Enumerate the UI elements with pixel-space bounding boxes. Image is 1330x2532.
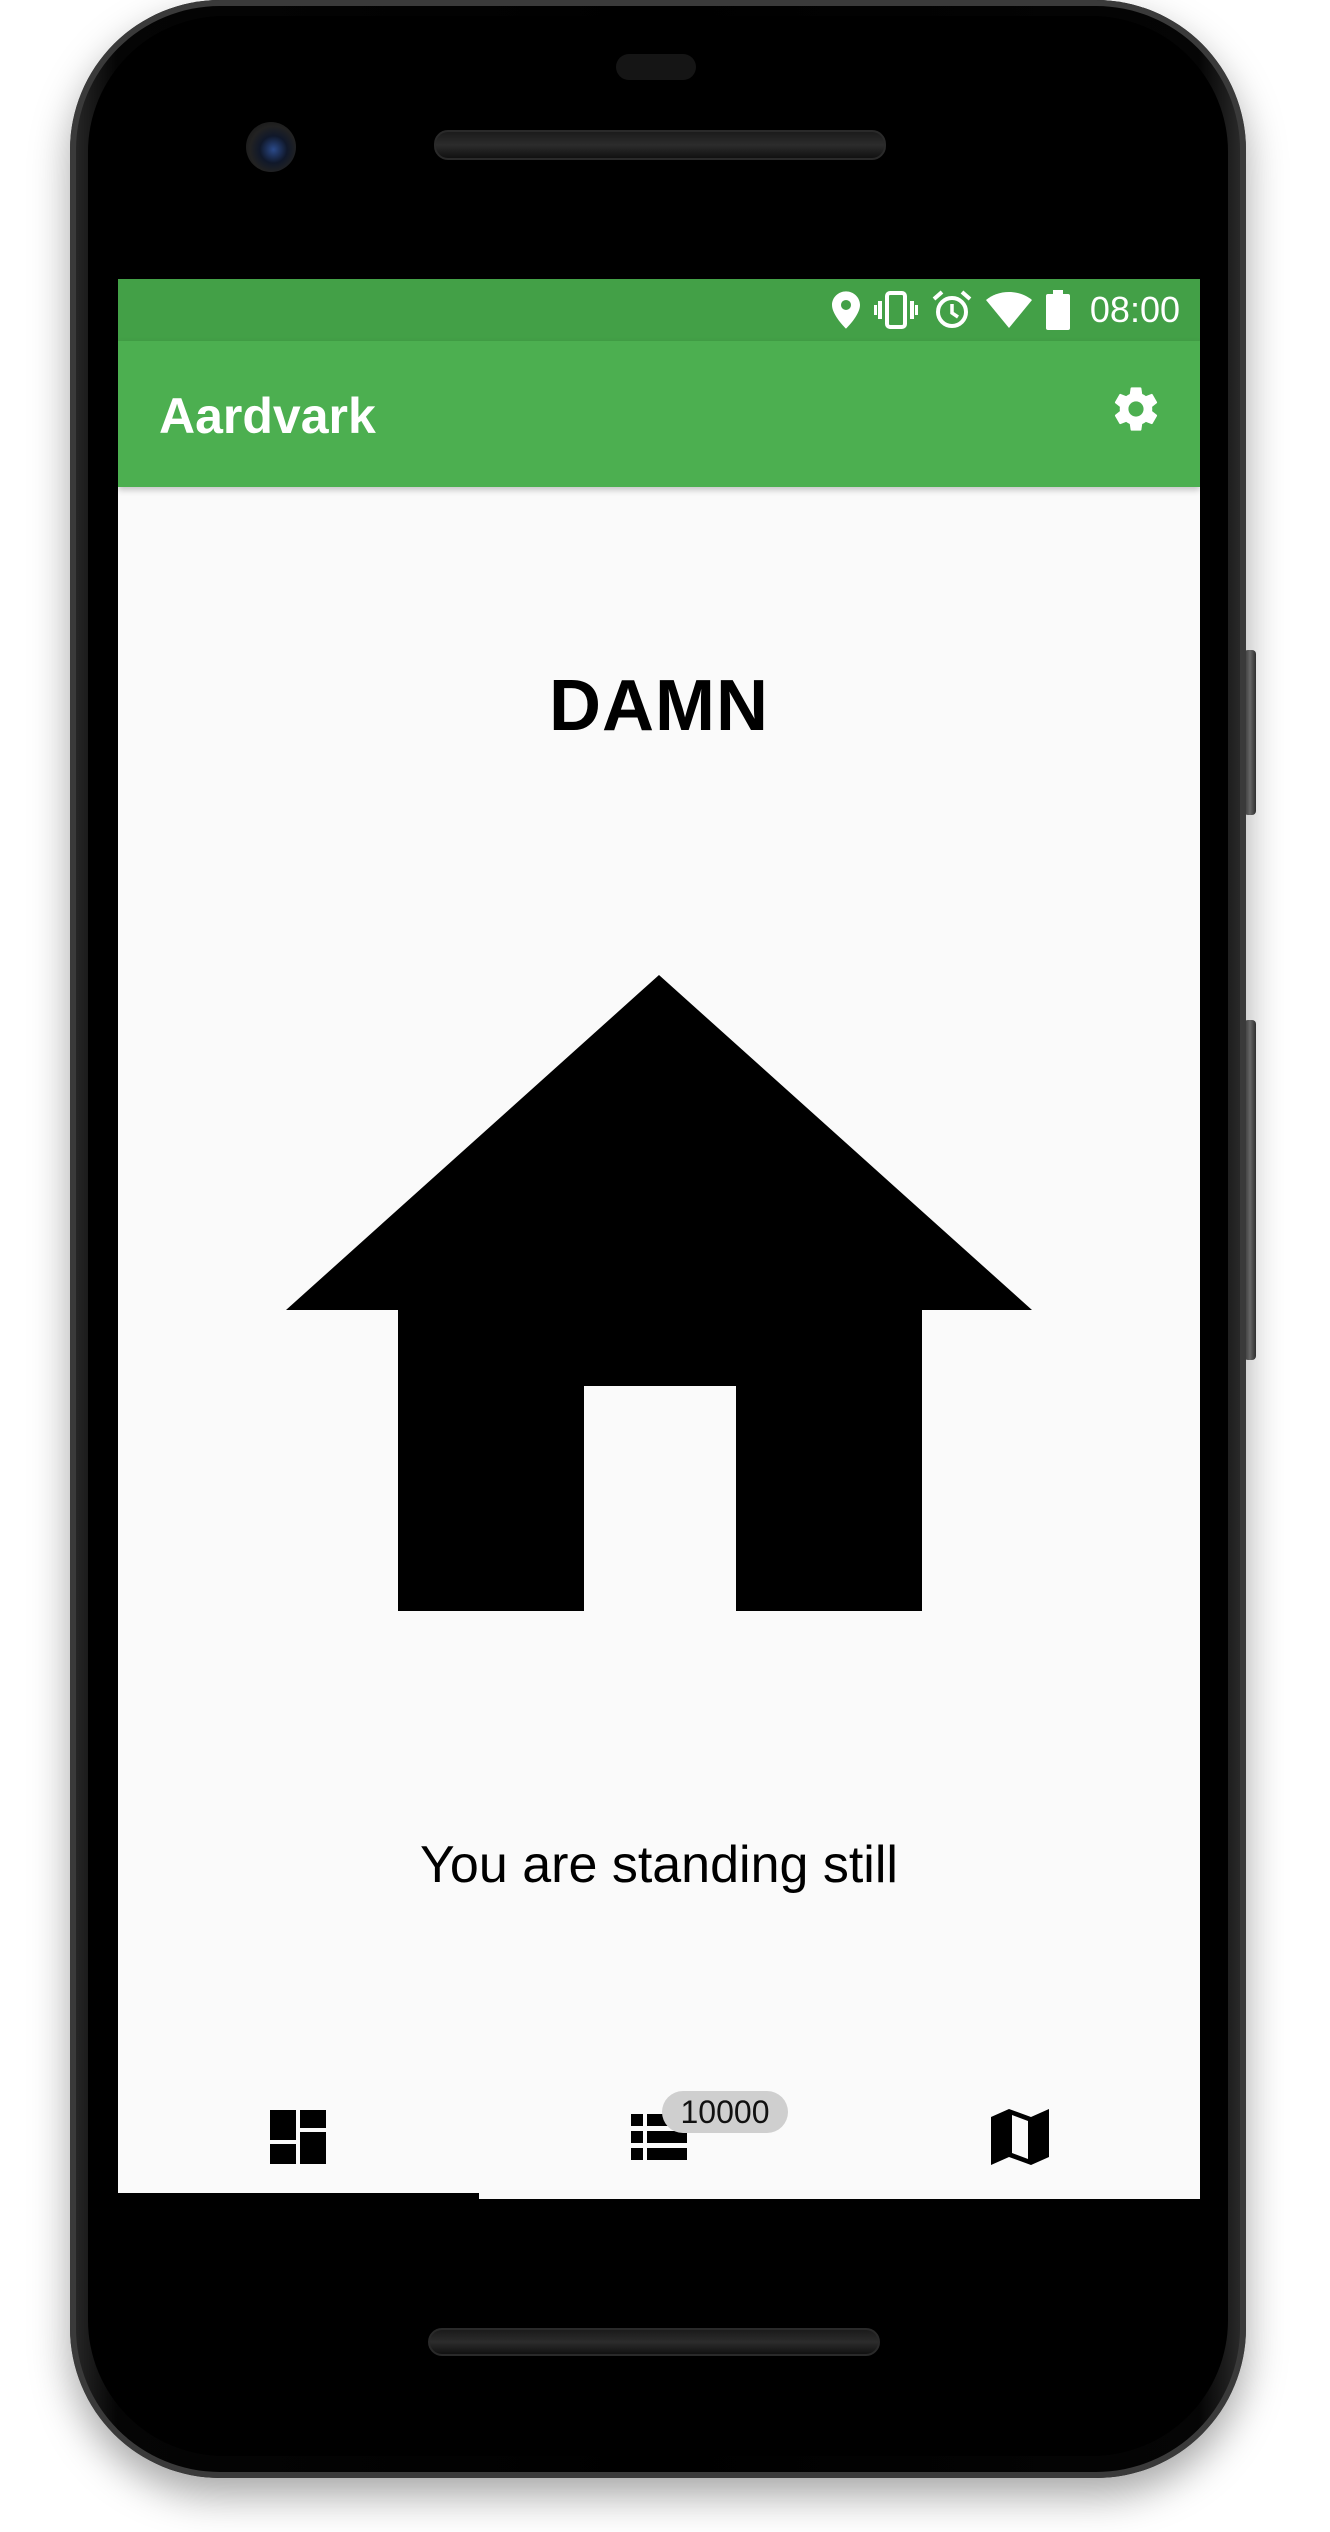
tab-map[interactable] [839,2079,1200,2199]
wifi-icon [985,292,1032,328]
alarm-icon [932,290,972,330]
settings-icon [1110,383,1162,440]
earpiece-speaker [434,130,886,160]
dashboard-icon [270,2109,327,2169]
bottom-speaker [428,2328,880,2356]
motion-state-text: You are standing still [420,1836,898,1894]
bottom-navigation: 10000 [118,2079,1200,2199]
status-clock: 08:00 [1089,289,1180,330]
status-icons: 08:00 [831,289,1180,331]
map-icon [990,2108,1049,2170]
tab-dashboard[interactable] [118,2079,479,2199]
house-icon [286,975,1032,1611]
status-bar: 08:00 [118,279,1200,341]
device-canvas: 08:00 Aardvark DAMN You are standing sti… [0,0,1330,2532]
battery-icon [1045,290,1070,330]
vibrate-icon [873,291,918,329]
location-icon [831,291,860,329]
activity-headline: DAMN [549,666,769,746]
app-bar: Aardvark [118,341,1200,487]
app-screen: 08:00 Aardvark DAMN You are standing sti… [118,279,1200,2199]
proximity-sensor [616,54,696,80]
front-camera [246,122,296,172]
app-title: Aardvark [159,388,376,444]
tab-list[interactable] [479,2079,840,2199]
settings-button[interactable] [1108,383,1164,439]
list-count-badge: 10000 [662,2091,788,2133]
